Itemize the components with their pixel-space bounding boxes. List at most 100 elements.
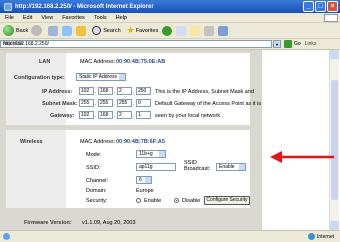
window-controls: _ □ × (303, 1, 338, 12)
router-config-page: LAN MAC Address: 00:90:4B:75:0E:AB Confi… (0, 50, 262, 230)
security-enable-label: Enable (144, 198, 162, 204)
chevron-down-icon (239, 164, 245, 170)
mail-icon[interactable] (190, 25, 201, 36)
search-button[interactable]: Search (92, 26, 121, 35)
forward-arrow-icon (31, 25, 43, 36)
edit-icon[interactable] (218, 25, 229, 36)
red-arrow-annotation (270, 151, 334, 163)
mode-label: Mode: (86, 152, 102, 158)
chevron-down-icon (119, 74, 125, 80)
config-type-label: Configuration type: (14, 75, 65, 81)
ip-octet-2[interactable]: 168 (98, 87, 113, 95)
toolbar: Back Search ★ Favorites (0, 23, 340, 39)
domain-value: Europe (136, 188, 154, 194)
lan-note-line-3: seen by your local network. (155, 113, 222, 119)
mask-octet-3[interactable]: 255 (117, 99, 132, 107)
mask-octet-2[interactable]: 255 (98, 99, 113, 107)
gateway-octet-2[interactable]: 168 (98, 111, 113, 119)
mask-octet-1[interactable]: 255 (79, 99, 94, 107)
lan-note-line-1: This is the IP Address, Subnet Mask and (155, 89, 254, 95)
gateway-octet-3[interactable]: 2 (117, 111, 132, 119)
scroll-thumb[interactable] (331, 80, 338, 200)
scroll-down-icon[interactable] (330, 221, 339, 230)
windows-logo-icon (324, 14, 338, 22)
refresh-icon[interactable] (62, 25, 73, 36)
media-icon[interactable] (162, 25, 173, 36)
firmware-label: Firmware Version: (24, 220, 72, 226)
home-icon[interactable] (76, 25, 87, 36)
ip-address-label: IP Address: (42, 89, 73, 95)
lan-mac-label: MAC Address: (80, 59, 116, 65)
back-button[interactable]: Back (3, 25, 28, 36)
window-title: http://192.168.2.250/ - Microsoft Intern… (15, 3, 154, 10)
back-arrow-icon (3, 25, 14, 36)
search-icon (92, 26, 102, 35)
menu-tools[interactable]: Tools (94, 15, 107, 21)
domain-label: Domain: (86, 188, 107, 194)
firmware-value: v1.1.09, Aug 20, 2003 (82, 220, 136, 226)
ssid-label: SSID: (86, 165, 101, 171)
ip-octet-4[interactable]: 250 (136, 87, 151, 95)
wireless-panel: Wireless MAC Address: 00:90:4B:7B:6F:A5 … (6, 130, 250, 208)
history-icon[interactable] (176, 25, 187, 36)
favorites-button[interactable]: ★ Favorites (127, 25, 159, 36)
security-disable-radio[interactable] (174, 198, 179, 203)
security-label: Security: (86, 198, 108, 204)
ssid-input[interactable]: ap11g (136, 163, 176, 171)
menu-file[interactable]: File (5, 15, 14, 21)
chevron-down-icon (145, 177, 151, 183)
channel-select[interactable]: 6 (136, 176, 152, 184)
configure-security-button[interactable]: Configure Security (204, 196, 250, 205)
mode-select[interactable]: 11b+g (136, 150, 166, 158)
config-type-select[interactable]: Static IP Address (76, 73, 126, 81)
lan-note-line-2: Default Gateway of the Access Point as i… (155, 101, 262, 107)
stop-icon[interactable] (48, 25, 59, 36)
globe-icon (308, 233, 316, 240)
gateway-label: Gateway: (50, 113, 75, 119)
address-bar: Address http://192.168.2.250/ ▼ Go Links (0, 39, 340, 50)
minimize-button[interactable]: _ (303, 1, 314, 12)
title-bar: http://192.168.2.250/ - Microsoft Intern… (0, 0, 340, 13)
gateway-octet-4[interactable]: 1 (136, 111, 151, 119)
subnet-mask-label: Subnet Mask: (42, 101, 78, 107)
links-button[interactable]: Links (305, 41, 317, 47)
gateway-octet-1[interactable]: 192 (79, 111, 94, 119)
address-label: Address (3, 41, 24, 47)
ip-octet-1[interactable]: 192 (79, 87, 94, 95)
lan-section-title: LAN (39, 59, 51, 65)
print-icon[interactable] (204, 25, 215, 36)
maximize-button[interactable]: □ (315, 1, 326, 12)
chevron-down-icon (159, 151, 165, 157)
star-icon: ★ (126, 25, 135, 35)
menu-edit[interactable]: Edit (23, 15, 32, 21)
ssid-broadcast-label: SSID Broadcast: (184, 160, 211, 172)
menu-bar: File Edit View Favorites Tools Help (0, 13, 340, 23)
ssid-broadcast-select[interactable]: Enable (216, 163, 246, 171)
security-disable-label: Disable (182, 198, 201, 204)
scroll-up-icon[interactable] (330, 50, 339, 59)
address-input[interactable]: http://192.168.2.250/ (0, 40, 272, 48)
wireless-section-title: Wireless (20, 139, 43, 145)
go-arrow-icon (284, 40, 292, 48)
lan-panel: LAN MAC Address: 00:90:4B:75:0E:AB Confi… (6, 53, 261, 125)
menu-help[interactable]: Help (116, 15, 127, 21)
channel-label: Channel: (86, 178, 109, 184)
menu-favorites[interactable]: Favorites (62, 15, 85, 21)
menu-view[interactable]: View (41, 15, 53, 21)
page-content: LAN MAC Address: 00:90:4B:75:0E:AB Confi… (0, 50, 340, 230)
mask-octet-4[interactable]: 0 (136, 99, 151, 107)
ip-octet-3[interactable]: 2 (117, 87, 132, 95)
address-dropdown[interactable]: ▼ (273, 40, 281, 48)
close-button[interactable]: × (327, 1, 338, 12)
page-icon (3, 233, 10, 240)
wireless-mac-label: MAC Address: (80, 139, 116, 145)
security-enable-radio[interactable] (136, 198, 141, 203)
lan-mac-value: 00:90:4B:75:0E:AB (116, 59, 166, 65)
go-button[interactable]: Go (284, 40, 301, 48)
wireless-mac-value: 00:90:4B:7B:6F:A5 (116, 139, 165, 145)
security-zone: Internet (308, 233, 334, 240)
vertical-scrollbar[interactable] (329, 50, 339, 230)
forward-button[interactable] (31, 25, 44, 36)
ie-icon (4, 2, 12, 11)
status-bar: Internet (0, 230, 340, 242)
